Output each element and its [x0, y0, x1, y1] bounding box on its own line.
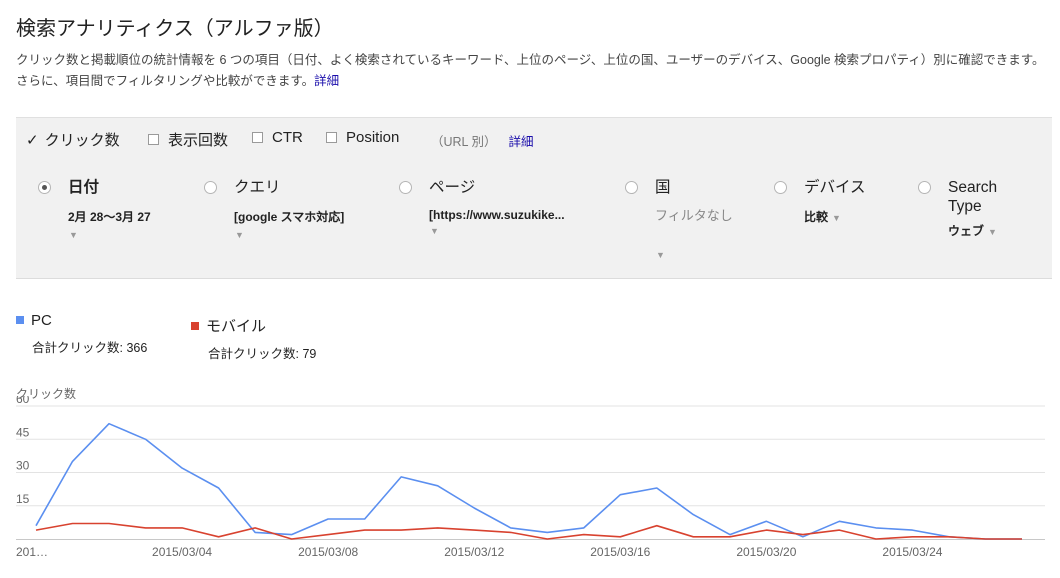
radio-icon[interactable] [204, 181, 217, 194]
y-tick-label: 15 [16, 492, 30, 506]
chevron-down-icon[interactable]: ▼ [430, 226, 439, 236]
x-tick-label: 2015/03/24 [882, 545, 942, 559]
radio-icon[interactable] [399, 181, 412, 194]
legend-pc-total: 合計クリック数: 366 [32, 341, 148, 355]
x-tick-label: 2015/03/04 [152, 545, 212, 559]
x-tick-label: 2015/03/16 [590, 545, 650, 559]
radio-icon[interactable] [774, 181, 787, 194]
x-tick-label: 201… [16, 545, 48, 559]
checkbox-icon [148, 134, 159, 145]
series-line [35, 522, 1022, 540]
dimension-panel: 日付 2月 28〜3月 27 ▼ クエリ [google スマホ対応] ▼ ペー… [16, 158, 1052, 279]
clicks-line-chart: 15 30 45 60 201… 2015/03/04 2015/03/08 2015/03/… [16, 396, 1045, 559]
metric-position-checkbox[interactable]: Position [326, 129, 399, 146]
legend-mobile: モバイル [191, 315, 266, 336]
radio-icon[interactable] [625, 181, 638, 194]
y-tick-label: 30 [16, 459, 30, 473]
legend-pc: PC [16, 312, 52, 329]
url-note: （URL 別） 詳細 [431, 135, 534, 149]
metric-impressions-checkbox[interactable]: 表示回数 [148, 129, 228, 150]
chevron-down-icon[interactable]: ▼ [988, 227, 997, 237]
radio-icon[interactable] [918, 181, 931, 194]
page-title: 検索アナリティクス（アルファ版） [16, 18, 334, 40]
checkbox-icon [252, 132, 263, 143]
x-tick-label: 2015/03/08 [298, 545, 358, 559]
x-tick-label: 2015/03/20 [736, 545, 796, 559]
metrics-details-link[interactable]: 詳細 [509, 135, 534, 149]
details-link[interactable]: 詳細 [314, 74, 339, 88]
metric-toolbar: ✓ クリック数 表示回数 CTR Position （URL 別） 詳細 [16, 117, 1052, 160]
y-tick-label: 45 [16, 425, 30, 439]
chevron-down-icon[interactable]: ▼ [235, 230, 244, 240]
legend-color-swatch [191, 322, 199, 330]
chevron-down-icon[interactable]: ▼ [656, 250, 665, 260]
metric-ctr-checkbox[interactable]: CTR [252, 129, 303, 146]
radio-selected-icon[interactable] [38, 181, 51, 194]
metric-clicks-checkbox[interactable]: ✓ クリック数 [26, 129, 120, 150]
checkbox-icon [326, 132, 337, 143]
legend-color-swatch [16, 316, 24, 324]
y-tick-label: 60 [16, 396, 30, 406]
chevron-down-icon[interactable]: ▼ [832, 213, 841, 223]
x-tick-label: 2015/03/12 [444, 545, 504, 559]
legend-mobile-total: 合計クリック数: 79 [208, 347, 317, 361]
checkmark-icon: ✓ [26, 131, 39, 149]
series-line [35, 422, 1022, 540]
page-description: クリック数と掲載順位の統計情報を 6 つの項目（日付、よく検索されているキーワー… [16, 53, 1045, 88]
chevron-down-icon[interactable]: ▼ [69, 230, 78, 240]
